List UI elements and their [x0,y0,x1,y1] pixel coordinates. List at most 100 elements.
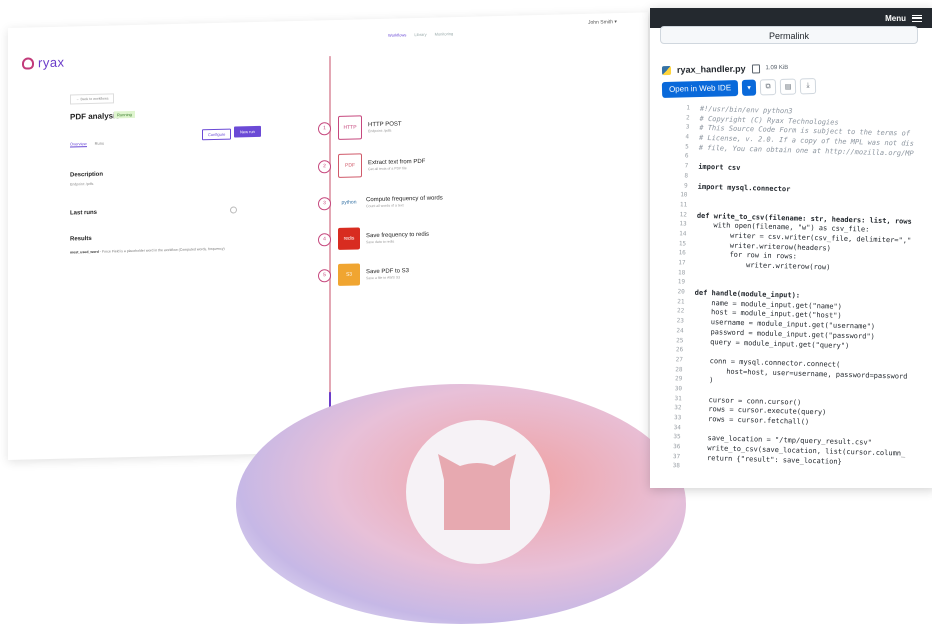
line-number: 2 [671,114,689,124]
line-number: 19 [667,278,685,288]
file-info: ryax_handler.py 1.09 KiB [662,63,788,75]
line-number: 21 [666,298,684,308]
workflow-step[interactable]: 4 redis Save frequency to redis Save dat… [318,226,429,251]
line-number: 25 [665,336,683,346]
line-number: 32 [663,404,681,414]
tab-runs[interactable]: Runs [95,141,104,147]
results-title: Results [70,236,92,243]
line-number: 4 [671,133,689,143]
code-block: 1#!/usr/bin/env python32# Copyright (C) … [662,104,932,480]
menu-label[interactable]: Menu [885,14,906,23]
page-title: PDF analysis [70,111,120,121]
logo-text: ryax [38,55,65,71]
step-title: HTTP POST [368,121,402,128]
line-number: 33 [663,414,681,424]
new-run-button[interactable]: New run [234,126,261,138]
status-badge: Running [114,111,135,119]
line-number: 31 [664,395,682,405]
line-number: 18 [667,269,685,279]
user-name: John Smith [588,19,613,26]
line-number: 38 [662,462,680,472]
line-number: 12 [669,211,687,221]
workflow-step[interactable]: 2 PDF Extract text from PDF Get all text… [318,152,425,179]
line-number: 8 [670,172,688,182]
step-number: 2 [318,160,331,173]
nav-workflows[interactable]: Workflows [388,32,406,37]
tabs: Overview Runs [70,141,104,148]
line-number: 13 [668,220,686,230]
top-nav: Workflows Library Monitoring [388,31,453,38]
ryax-logo-icon [22,57,34,69]
s3-icon: S3 [338,263,360,286]
back-button[interactable]: ← Back to workflows [70,93,114,104]
file-size: 1.09 KiB [765,65,788,71]
tab-overview[interactable]: Overview [70,141,87,147]
github-octocat-icon [434,450,520,530]
python-file-icon [662,65,671,74]
python-icon: python [338,191,360,214]
results-value: - Force Field is a placeholder word in t… [100,247,225,254]
step-number: 3 [318,197,331,210]
line-number: 11 [669,201,687,211]
file-actions: Open in Web IDE ▾ ⧉ ▤ ⤓ [662,78,816,98]
workflow-step[interactable]: 3 python Compute frequency of words Coun… [318,189,443,214]
copy-path-icon[interactable] [751,64,759,73]
line-number: 34 [663,424,681,434]
loading-spinner-icon [230,206,237,213]
line-number: 20 [667,288,685,298]
description-text: Endpoint: /pdfs [70,182,93,187]
step-number: 5 [318,269,331,282]
user-menu[interactable]: John Smith ▾ [588,19,617,26]
permalink-button[interactable]: Permalink [660,26,918,44]
line-number: 15 [668,240,686,250]
line-number: 37 [662,453,680,463]
line-number: 23 [666,317,684,327]
configure-button[interactable]: Configure [202,129,231,141]
step-title: Save PDF to S3 [366,268,409,275]
line-number: 9 [670,181,688,191]
line-number: 28 [664,365,682,375]
step-number: 1 [318,122,331,135]
hamburger-menu-icon[interactable] [912,15,922,22]
line-number: 5 [671,143,689,153]
step-subtitle: Count all words of a text [366,202,443,208]
line-number: 29 [664,375,682,385]
line-number: 27 [665,356,683,366]
line-number: 36 [662,443,680,453]
line-number: 10 [669,191,687,201]
copy-contents-icon[interactable]: ⧉ [760,79,776,95]
open-web-ide-button[interactable]: Open in Web IDE [662,80,739,98]
raw-file-icon[interactable]: ▤ [780,79,796,95]
download-icon[interactable]: ⤓ [800,78,816,94]
line-number: 7 [670,162,688,172]
pdf-icon: PDF [338,153,362,178]
code-header-bar: Menu [650,8,932,28]
last-runs-title: Last runs [70,210,97,217]
file-name: ryax_handler.py [677,64,746,75]
line-number: 16 [668,249,686,259]
chevron-down-icon[interactable]: ▾ [742,80,756,96]
step-subtitle: Save data to redis [366,238,429,244]
line-number: 30 [664,385,682,395]
line-number: 3 [671,123,689,133]
logo[interactable]: ryax [22,55,65,71]
workflow-step[interactable]: 5 S3 Save PDF to S3 Save a file to AWS S… [318,262,409,286]
step-subtitle: Save a file to AWS S3 [366,275,409,280]
nav-monitoring[interactable]: Monitoring [435,31,454,36]
line-number: 14 [668,230,686,240]
http-icon: HTTP [338,115,362,140]
step-number: 4 [318,233,331,246]
workflow-app-window: ryax Workflows Library Monitoring John S… [8,12,648,460]
line-number: 35 [663,433,681,443]
line-number: 17 [667,259,685,269]
step-subtitle: Endpoint: /pdfs [368,128,402,133]
code-viewer-panel: Menu Permalink ryax_handler.py 1.09 KiB … [650,8,932,488]
line-number: 26 [665,346,683,356]
line-number: 6 [670,152,688,162]
nav-library[interactable]: Library [414,32,426,37]
code-text: import csv [698,163,740,174]
results-text: most_used_word - Force Field is a placeh… [70,247,225,255]
workflow-step[interactable]: 1 HTTP HTTP POST Endpoint: /pdfs [318,114,402,140]
line-number: 1 [672,104,690,114]
line-number: 24 [666,327,684,337]
